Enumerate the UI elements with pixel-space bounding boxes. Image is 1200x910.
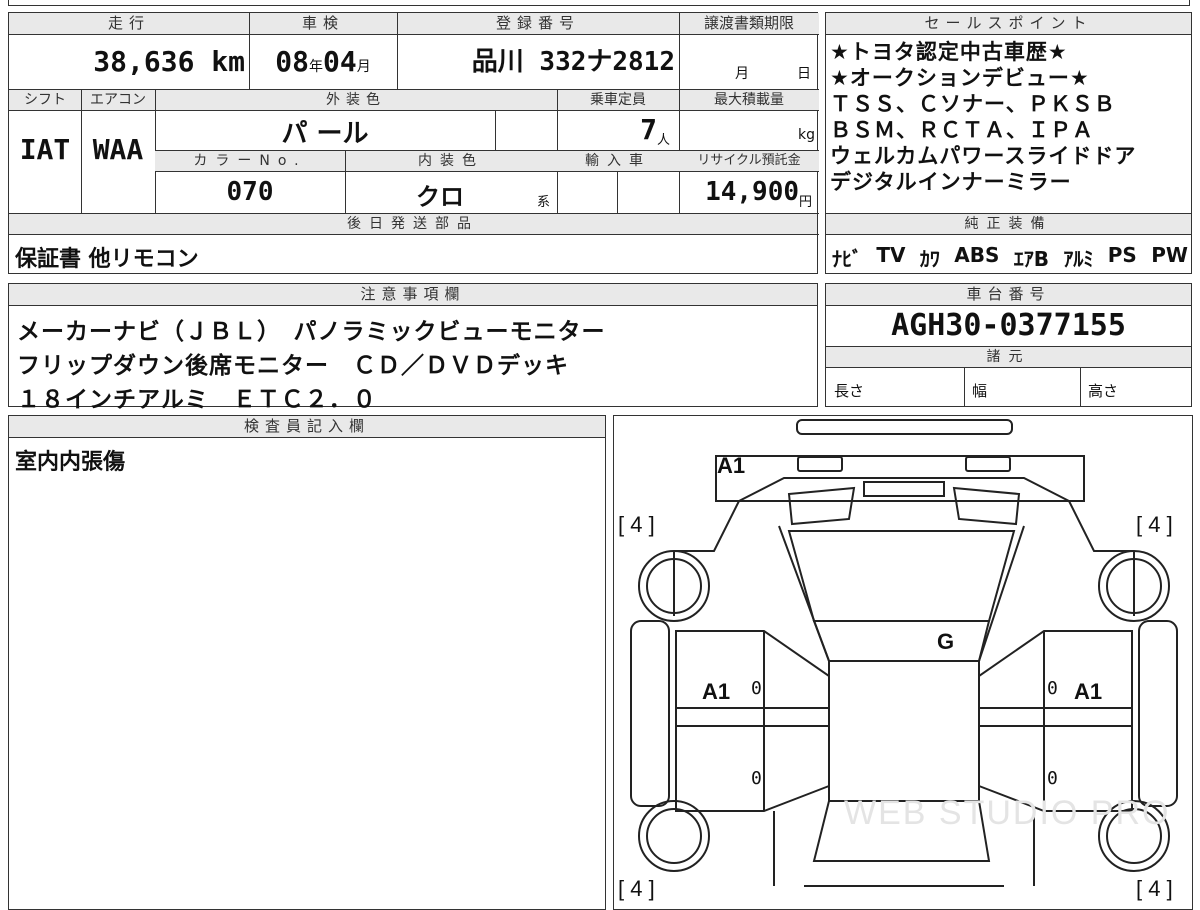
ac-label: エアコン	[81, 90, 155, 110]
front-damage-label: A1	[717, 453, 746, 478]
sales-points-header: セールスポイント	[826, 13, 1191, 35]
notes-text: メーカーナビ（ＪＢＬ） パノラミックビューモニター フリップダウン後席モニター …	[17, 312, 813, 414]
chassis-header: 車台番号	[826, 284, 1191, 306]
zero-mark: 0	[751, 768, 762, 789]
sales-point-line: ＴＳＳ、Ｃソナー、ＰＫＳＢ	[830, 92, 1116, 116]
inspection-month: 04	[323, 45, 357, 78]
equip-alloy: ｱﾙﾐ	[1063, 247, 1094, 271]
interior-label: 内装色	[345, 151, 557, 171]
equip-ps: PS	[1107, 243, 1137, 267]
tire-front-right: [ 4 ]	[1136, 512, 1173, 537]
sales-point-line: ★オークションデビュー★	[830, 66, 1090, 90]
car-outline-svg	[630, 419, 1178, 887]
equip-abs: ABS	[954, 243, 1000, 267]
color-no-value: 070	[226, 177, 274, 207]
import-label: 輸入車	[557, 151, 679, 171]
genuine-equipment-label: 純正装備	[826, 214, 1191, 234]
later-parts-value: 保証書 他リモコン	[15, 247, 199, 272]
zero-mark: 0	[1047, 678, 1058, 699]
sales-point-line: ウェルカムパワースライドドア	[830, 144, 1137, 168]
shift-label: シフト	[9, 90, 81, 110]
left-side-damage-label: A1	[702, 679, 731, 704]
registration-header: 登録番号	[397, 13, 679, 35]
inspector-box: 検査員記入欄 室内内張傷	[8, 415, 606, 910]
capacity-label: 乗車定員	[557, 90, 679, 110]
sales-points-box: セールスポイント ★トヨタ認定中古車歴★ ★オークションデビュー★ ＴＳＳ、Ｃソ…	[825, 12, 1192, 274]
year-unit: 年	[309, 59, 323, 75]
genuine-equipment-list: ﾅﾋﾞ TV ｶﾜ ABS ｴｱB ｱﾙﾐ PS PW	[832, 243, 1188, 272]
exterior-label: 外装色	[155, 90, 557, 110]
transfer-day-unit: 日	[797, 66, 811, 82]
length-label: 長さ	[834, 382, 865, 400]
chassis-box: 車台番号 AGH30-0377155 諸元 長さ 幅 高さ	[825, 283, 1192, 407]
transfer-month-unit: 月	[735, 66, 749, 82]
sales-points-list: ★トヨタ認定中古車歴★ ★オークションデビュー★ ＴＳＳ、Ｃソナー、ＰＫＳＢ Ｂ…	[830, 39, 1190, 195]
interior-unit: 系	[537, 195, 551, 210]
max-load-label: 最大積載量	[679, 90, 819, 110]
mileage-value: 38,636 km	[93, 45, 245, 78]
inspection-header: 車検	[249, 13, 397, 35]
transfer-value: 月 日	[679, 57, 819, 87]
sales-point-line: デジタルインナーミラー	[830, 170, 1072, 194]
mileage-header: 走行	[9, 13, 249, 35]
damage-diagram: A1 G A1 A1 [ 4 ] [ 4 ] [ 4 ] [ 4 ] 0 0 0…	[613, 415, 1193, 910]
notes-header: 注意事項欄	[9, 284, 817, 306]
shift-value: IAT	[19, 133, 71, 166]
ac-value: WAA	[92, 133, 144, 166]
interior-value: クロ	[416, 183, 464, 211]
width-label: 幅	[972, 382, 988, 400]
dims-label: 諸元	[826, 347, 1191, 367]
exterior-value: パ ール	[281, 119, 369, 149]
capacity-value: 7	[640, 113, 657, 146]
inspector-text: 室内内張傷	[15, 450, 126, 475]
later-parts-label: 後日発送部品	[9, 214, 817, 234]
inspection-value: 08年04月	[249, 37, 397, 87]
recycle-label: リサイクル預託金	[679, 151, 819, 171]
zero-mark: 0	[751, 678, 762, 699]
transfer-header: 譲渡書類期限	[679, 13, 819, 35]
note-line: フリップダウン後席モニター ＣＤ／ＤＶＤデッキ	[17, 353, 569, 379]
equip-tv: TV	[876, 243, 906, 267]
registration-value: 品川 332ナ2812	[471, 47, 675, 77]
notes-box: 注意事項欄 メーカーナビ（ＪＢＬ） パノラミックビューモニター フリップダウン後…	[8, 283, 818, 413]
zero-mark: 0	[1047, 768, 1058, 789]
equip-leather: ｶﾜ	[919, 247, 940, 271]
inspector-header: 検査員記入欄	[9, 416, 605, 438]
tire-rear-right: [ 4 ]	[1136, 876, 1173, 901]
color-no-label: カラーNo.	[155, 151, 345, 171]
vehicle-info-table: 走行 車検 登録番号 譲渡書類期限 38,636 km 08年04月 品川 33…	[8, 12, 819, 274]
right-side-damage-label: A1	[1074, 679, 1103, 704]
equip-airbag: ｴｱB	[1013, 247, 1050, 271]
recycle-value: 14,900	[705, 177, 799, 207]
inspection-year: 08	[275, 45, 309, 78]
capacity-unit: 人	[657, 133, 671, 148]
recycle-unit: 円	[799, 195, 813, 210]
watermark: WEB STUDIO PRO	[844, 794, 1171, 832]
chassis-number: AGH30-0377155	[891, 308, 1126, 343]
tire-front-left: [ 4 ]	[618, 512, 655, 537]
tire-rear-left: [ 4 ]	[618, 876, 655, 901]
max-load-unit: kg	[798, 127, 815, 143]
note-line: １８インチアルミ ＥＴＣ２．０	[17, 387, 377, 413]
note-line: メーカーナビ（ＪＢＬ） パノラミックビューモニター	[17, 319, 606, 345]
height-label: 高さ	[1088, 382, 1119, 400]
top-strip	[8, 0, 1190, 6]
glass-damage-label: G	[937, 629, 955, 654]
sales-point-line: ＢＳＭ、ＲＣＴＡ、ＩＰＡ	[830, 118, 1094, 142]
equip-navi: ﾅﾋﾞ	[832, 247, 862, 271]
month-unit: 月	[356, 59, 371, 75]
equip-pw: PW	[1151, 243, 1188, 267]
sales-point-line: ★トヨタ認定中古車歴★	[830, 40, 1068, 64]
